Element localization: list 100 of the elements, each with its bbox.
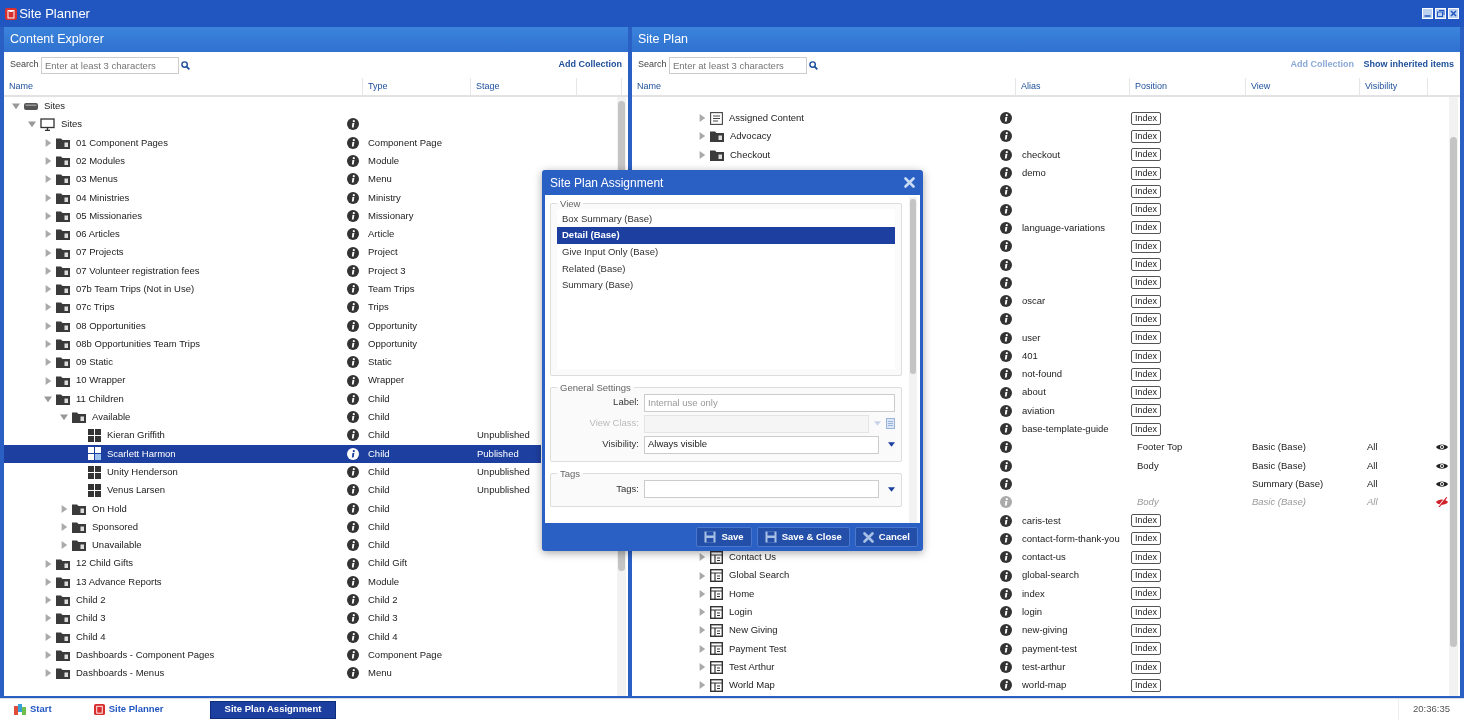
tree-row[interactable]: Unavailable Child — [4, 536, 541, 555]
index-button[interactable]: Index — [1131, 312, 1162, 326]
tree-toggle-icon[interactable] — [28, 120, 36, 129]
hidden-eye-icon[interactable] — [1436, 497, 1448, 508]
info-icon[interactable] — [1000, 661, 1012, 674]
index-button[interactable]: Index — [1131, 148, 1162, 162]
plan-row[interactable]: oscar Index — [632, 291, 1460, 311]
tree-row[interactable]: Unity Henderson Child Unpublished — [4, 462, 541, 482]
tree-row[interactable]: 07 Projects Project — [4, 243, 541, 262]
info-icon[interactable] — [347, 374, 359, 387]
info-icon[interactable] — [347, 667, 359, 680]
tree-row[interactable]: Sites — [4, 115, 541, 134]
info-icon[interactable] — [1000, 240, 1012, 253]
info-icon[interactable] — [1000, 587, 1012, 600]
plan-row[interactable]: Login login Index — [632, 603, 1460, 622]
info-icon[interactable] — [1000, 130, 1012, 143]
info-icon[interactable] — [347, 502, 359, 515]
dialog-button[interactable]: Save & Close — [756, 527, 850, 547]
tree-toggle-icon[interactable] — [44, 596, 52, 605]
search-field[interactable]: Enter at least 3 characters — [668, 56, 807, 74]
info-icon[interactable] — [1000, 423, 1012, 436]
tree-toggle-icon[interactable] — [44, 394, 52, 403]
plan-row[interactable]: caris-test Index — [632, 511, 1460, 530]
index-button[interactable]: Index — [1131, 623, 1162, 637]
info-icon[interactable] — [1000, 368, 1012, 381]
info-icon[interactable] — [1000, 642, 1012, 655]
tree-toggle-icon[interactable] — [44, 248, 52, 257]
tree-row[interactable]: 10 Wrapper Wrapper — [4, 371, 541, 390]
tree-row[interactable]: 04 Ministries Ministry — [4, 188, 541, 207]
column-header[interactable]: Type — [363, 78, 471, 95]
tree-toggle-icon[interactable] — [44, 303, 52, 312]
plan-row[interactable]: Body Basic (Base) All — [632, 456, 1460, 475]
tree-row[interactable]: 08 Opportunities Opportunity — [4, 316, 541, 335]
plan-row[interactable]: Global Search global-search Index — [632, 566, 1460, 585]
tree-toggle-icon[interactable] — [44, 321, 52, 330]
tree-toggle-icon[interactable] — [698, 681, 706, 690]
eye-icon[interactable] — [1436, 480, 1448, 489]
index-button[interactable]: Index — [1131, 569, 1162, 583]
taskbar-item[interactable]: Site Planner — [87, 700, 170, 719]
tree-toggle-icon[interactable] — [44, 175, 52, 184]
tree-toggle-icon[interactable] — [698, 150, 706, 159]
info-icon[interactable] — [1000, 276, 1012, 289]
index-button[interactable]: Index — [1131, 166, 1162, 180]
add-collection-link[interactable]: Add Collection — [558, 58, 622, 72]
info-icon[interactable] — [1000, 624, 1012, 637]
tree-row[interactable]: Dashboards - Component Pages Component Page — [4, 645, 541, 665]
view-option[interactable]: Detail (Base) — [557, 227, 895, 244]
info-icon[interactable] — [1000, 459, 1012, 472]
info-icon[interactable] — [347, 520, 359, 533]
tree-toggle-icon[interactable] — [44, 193, 52, 202]
info-icon[interactable] — [347, 246, 359, 259]
info-icon[interactable] — [1000, 313, 1012, 326]
tree-row[interactable]: 01 Component Pages Component Page — [4, 133, 541, 152]
tree-toggle-icon[interactable] — [44, 376, 52, 385]
tree-toggle-icon[interactable] — [698, 589, 706, 598]
tree-row[interactable]: 06 Articles Article — [4, 225, 541, 244]
dropdown-field[interactable] — [644, 480, 879, 498]
info-icon[interactable] — [1000, 404, 1012, 417]
tree-row[interactable]: 05 Missionaries Missionary — [4, 206, 541, 226]
tree-row[interactable]: 11 Children Child — [4, 389, 541, 409]
index-button[interactable]: Index — [1131, 349, 1162, 363]
plan-row[interactable]: 401 Index — [632, 346, 1460, 366]
index-button[interactable]: Index — [1131, 367, 1162, 381]
info-icon[interactable] — [347, 447, 359, 460]
tree-toggle-icon[interactable] — [44, 266, 52, 275]
index-button[interactable]: Index — [1131, 660, 1162, 674]
close-icon[interactable] — [904, 177, 915, 188]
info-icon[interactable] — [347, 484, 359, 497]
info-icon[interactable] — [347, 557, 359, 570]
tree-row[interactable]: Child 2 Child 2 — [4, 591, 541, 610]
index-button[interactable]: Index — [1131, 532, 1162, 546]
taskbar-item[interactable]: Site Plan Assignment — [209, 700, 337, 719]
info-icon[interactable] — [347, 356, 359, 369]
column-header[interactable]: Name — [632, 78, 1016, 95]
index-button[interactable]: Index — [1131, 331, 1162, 345]
info-icon[interactable] — [347, 539, 359, 552]
index-button[interactable]: Index — [1131, 184, 1162, 198]
tree-toggle-icon[interactable] — [44, 211, 52, 220]
tree-toggle-icon[interactable] — [44, 285, 52, 294]
eye-icon[interactable] — [1436, 443, 1448, 452]
info-icon[interactable] — [1000, 112, 1012, 125]
tree-toggle-icon[interactable] — [44, 358, 52, 367]
column-header[interactable]: View — [1246, 78, 1360, 95]
tree-toggle-icon[interactable] — [44, 651, 52, 660]
plan-row[interactable]: World Map world-map Index — [632, 676, 1460, 695]
column-header[interactable]: Name — [4, 78, 363, 95]
info-icon[interactable] — [1000, 295, 1012, 308]
tree-row[interactable]: Child 4 Child 4 — [4, 627, 541, 646]
tree-row[interactable]: Scarlett Harmon Child Published — [4, 444, 541, 463]
index-button[interactable]: Index — [1131, 422, 1162, 436]
tree-row[interactable]: Available Child — [4, 408, 541, 427]
dialog-button[interactable]: Cancel — [854, 527, 918, 547]
dropdown-field[interactable]: Always visible — [644, 435, 879, 454]
column-header[interactable]: Position — [1130, 78, 1246, 95]
index-button[interactable]: Index — [1131, 514, 1162, 528]
search-field[interactable]: Enter at least 3 characters — [40, 56, 179, 74]
dialog-button[interactable]: Save — [696, 527, 752, 547]
plan-row[interactable]: New Giving new-giving Index — [632, 621, 1460, 640]
tree-row[interactable]: Venus Larsen Child Unpublished — [4, 481, 541, 500]
info-icon[interactable] — [347, 209, 359, 222]
